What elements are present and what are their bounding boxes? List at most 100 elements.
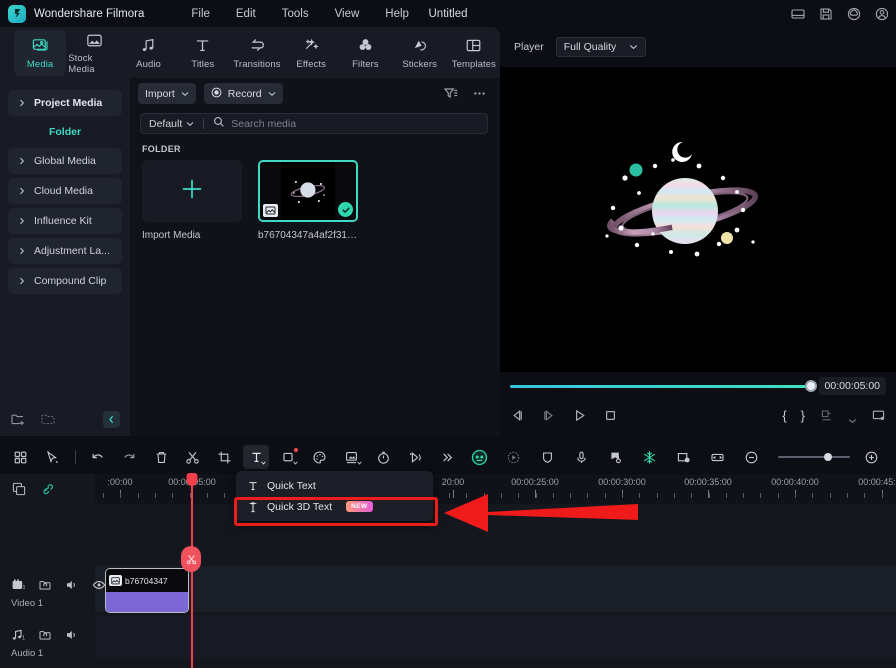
tab-transitions[interactable]: Transitions (231, 30, 283, 76)
new-folder-icon[interactable] (10, 411, 26, 427)
zoom-in-button[interactable] (858, 445, 884, 469)
menu-edit[interactable]: Edit (223, 5, 269, 23)
speed-button[interactable] (371, 445, 397, 469)
import-button[interactable]: Import (138, 83, 196, 104)
timeline-clip-video[interactable]: b76704347 (105, 568, 189, 613)
templates-grid-button[interactable] (8, 445, 34, 469)
menu-view[interactable]: View (322, 5, 373, 23)
more-options-icon[interactable] (471, 85, 488, 102)
timeline-ruler[interactable]: :00:00 00:00:05:00 20:00 00:00:25:00 00:… (95, 474, 896, 504)
record-button[interactable]: Record (204, 83, 283, 104)
markers-button[interactable] (602, 445, 628, 469)
snapshot-button[interactable] (819, 408, 834, 423)
color-button[interactable] (307, 445, 333, 469)
green-screen-button[interactable] (339, 445, 365, 469)
search-input[interactable] (231, 118, 479, 130)
svg-text:1: 1 (22, 635, 25, 641)
sidebar-item-folder[interactable]: Folder (0, 120, 130, 144)
duplicate-icon[interactable] (12, 482, 26, 501)
media-thumbnail[interactable] (258, 160, 358, 222)
crop-button[interactable] (212, 445, 238, 469)
timeline-playhead[interactable] (191, 504, 193, 668)
video-track-lane[interactable] (95, 566, 896, 612)
import-media-button[interactable] (142, 160, 242, 222)
menu-tools[interactable]: Tools (269, 5, 322, 23)
playback-progress-slider[interactable] (510, 385, 811, 388)
folder-icon[interactable] (40, 411, 56, 427)
chevron-right-icon (14, 247, 30, 255)
playhead-knob[interactable] (805, 380, 817, 392)
menu-help[interactable]: Help (372, 5, 422, 23)
account-icon[interactable] (874, 6, 890, 22)
player-timecode: 00:00:05:00 (819, 377, 886, 395)
ai-copilot-button[interactable] (466, 445, 492, 469)
prev-frame-button[interactable] (510, 408, 525, 423)
cloud-upload-icon[interactable] (846, 6, 862, 22)
snapshot-dropdown-icon[interactable] (848, 411, 857, 420)
sidebar-item-adjustment-layer[interactable]: Adjustment La... (8, 238, 122, 264)
screen-record-button[interactable] (670, 445, 696, 469)
media-cell-clip: b76704347a4af2f313c... (258, 160, 358, 241)
play-button[interactable] (572, 408, 587, 423)
menu-item-quick-text[interactable]: Quick Text (236, 475, 433, 496)
mark-in-button[interactable]: { (782, 409, 786, 422)
sidebar-item-project-media[interactable]: Project Media (8, 90, 122, 116)
text-button[interactable] (243, 445, 269, 469)
next-frame-button[interactable] (541, 408, 556, 423)
tab-effects[interactable]: Effects (285, 30, 337, 76)
ai-effects-button[interactable] (636, 445, 662, 469)
menu-item-quick-3d-text[interactable]: Quick 3D Text NEW (236, 496, 433, 517)
tab-titles[interactable]: Titles (177, 30, 229, 76)
sort-dropdown[interactable]: Default (149, 118, 194, 130)
fit-timeline-button[interactable] (704, 445, 730, 469)
undo-button[interactable] (85, 445, 111, 469)
more-tools-button[interactable] (434, 445, 460, 469)
preview-stage[interactable] (500, 67, 896, 372)
tab-filters[interactable]: Filters (339, 30, 391, 76)
mute-icon[interactable] (65, 628, 79, 642)
sidebar-item-compound-clip[interactable]: Compound Clip (8, 268, 122, 294)
mask-button[interactable] (402, 445, 428, 469)
monitor-icon[interactable] (790, 6, 806, 22)
mark-out-button[interactable]: } (801, 409, 805, 422)
select-tool-button[interactable] (40, 445, 66, 469)
audio-track-lane[interactable] (95, 616, 896, 658)
auto-reframe-button[interactable] (500, 445, 526, 469)
redo-button[interactable] (116, 445, 142, 469)
fullscreen-button[interactable] (871, 408, 886, 423)
sidebar-item-global-media[interactable]: Global Media (8, 148, 122, 174)
voiceover-button[interactable] (568, 445, 594, 469)
filter-icon[interactable] (442, 85, 459, 102)
timeline-playhead-ruler[interactable] (191, 474, 193, 504)
collapse-panel-icon[interactable] (103, 411, 120, 428)
sidebar-item-cloud-media[interactable]: Cloud Media (8, 178, 122, 204)
zoom-slider[interactable] (778, 456, 850, 458)
menu-file[interactable]: File (178, 5, 223, 23)
quality-select[interactable]: Full Quality (556, 37, 646, 57)
zoom-out-button[interactable] (738, 445, 764, 469)
silence-detect-button[interactable] (534, 445, 560, 469)
lock-icon[interactable] (38, 628, 52, 642)
split-at-playhead-button[interactable] (181, 546, 201, 572)
tab-stock-media[interactable]: Stock Media (68, 30, 120, 76)
lock-icon[interactable] (38, 578, 52, 592)
shape-button[interactable] (275, 445, 301, 469)
eye-icon[interactable] (92, 578, 106, 592)
mute-icon[interactable] (65, 578, 79, 592)
ruler-tick (674, 493, 675, 498)
audio-track-icon[interactable]: 1 (11, 628, 25, 642)
tab-audio[interactable]: Audio (122, 30, 174, 76)
playhead-handle[interactable] (186, 473, 197, 486)
split-button[interactable] (180, 445, 206, 469)
link-icon[interactable] (40, 482, 54, 501)
tab-stickers[interactable]: Stickers (394, 30, 446, 76)
tab-templates[interactable]: Templates (448, 30, 500, 76)
delete-button[interactable] (148, 445, 174, 469)
sidebar-item-influence-kit[interactable]: Influence Kit (8, 208, 122, 234)
stop-button[interactable] (603, 408, 618, 423)
video-track-icon[interactable]: 1 (11, 578, 25, 592)
save-icon[interactable] (818, 6, 834, 22)
zoom-slider-knob[interactable] (824, 453, 832, 461)
tab-media[interactable]: Media (14, 30, 66, 76)
ruler-tick (536, 493, 537, 498)
